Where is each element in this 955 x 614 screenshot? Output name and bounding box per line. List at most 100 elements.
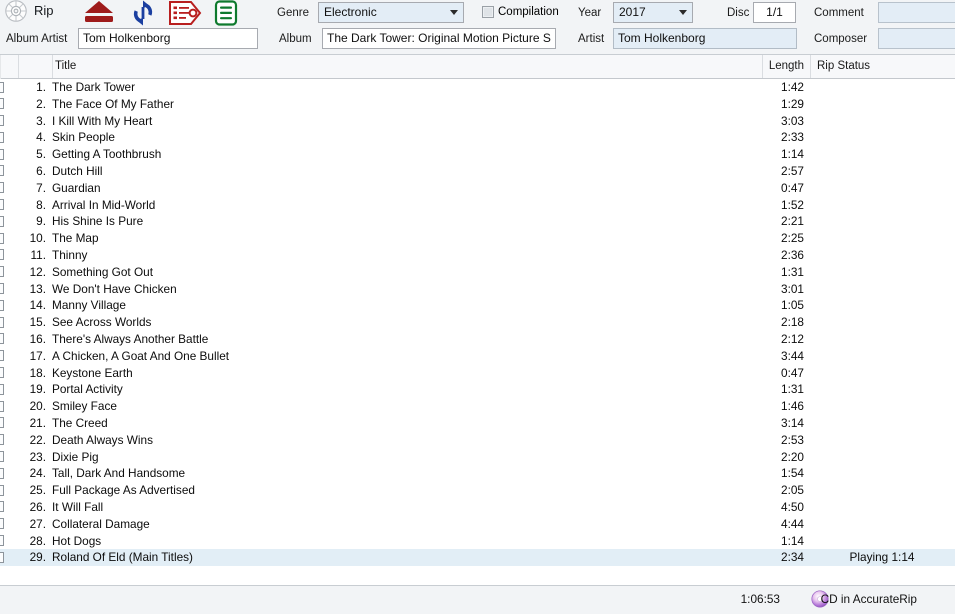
table-row[interactable]: 13. We Don't Have Chicken 3:01 bbox=[0, 281, 955, 298]
track-checkbox[interactable] bbox=[0, 230, 7, 247]
table-row[interactable]: 22. Death Always Wins 2:53 bbox=[0, 432, 955, 449]
checkbox-box bbox=[0, 417, 4, 429]
track-checkbox[interactable] bbox=[0, 197, 7, 214]
table-row[interactable]: 21. The Creed 3:14 bbox=[0, 415, 955, 432]
track-length: 1:42 bbox=[781, 80, 804, 94]
table-row[interactable]: 10. The Map 2:25 bbox=[0, 230, 955, 247]
artist-input[interactable]: Tom Holkenborg bbox=[613, 28, 797, 49]
table-row[interactable]: 15. See Across Worlds 2:18 bbox=[0, 314, 955, 331]
table-row[interactable]: 19. Portal Activity 1:31 bbox=[0, 381, 955, 398]
track-checkbox[interactable] bbox=[0, 264, 7, 281]
track-title: Smiley Face bbox=[52, 399, 117, 414]
column-header-number[interactable] bbox=[18, 55, 52, 78]
track-rip-status bbox=[812, 449, 952, 466]
track-title: There's Always Another Battle bbox=[52, 331, 209, 346]
track-rip-status bbox=[812, 482, 952, 499]
checkbox-box bbox=[0, 501, 4, 513]
track-checkbox[interactable] bbox=[0, 449, 7, 466]
track-checkbox[interactable] bbox=[0, 432, 7, 449]
track-checkbox[interactable] bbox=[0, 348, 7, 365]
track-rip-status bbox=[812, 381, 952, 398]
track-checkbox[interactable] bbox=[0, 533, 7, 550]
track-checkbox[interactable] bbox=[0, 163, 7, 180]
track-number: 27. bbox=[29, 516, 46, 531]
table-row[interactable]: 26. It Will Fall 4:50 bbox=[0, 499, 955, 516]
table-row[interactable]: 24. Tall, Dark And Handsome 1:54 bbox=[0, 465, 955, 482]
checkbox-box bbox=[0, 434, 4, 446]
track-title: Hot Dogs bbox=[52, 533, 102, 548]
checkbox-box bbox=[0, 316, 4, 328]
table-row[interactable]: 29. Roland Of Eld (Main Titles) 2:34 Playin… bbox=[0, 549, 955, 567]
track-number: 3. bbox=[36, 113, 46, 128]
track-checkbox[interactable] bbox=[0, 516, 7, 533]
track-rip-status bbox=[812, 516, 952, 533]
column-header-rip-status[interactable]: Rip Status bbox=[810, 55, 955, 78]
year-dropdown[interactable]: 2017 bbox=[613, 2, 693, 23]
table-row[interactable]: 27. Collateral Damage 4:44 bbox=[0, 516, 955, 533]
table-row[interactable]: 12. Something Got Out 1:31 bbox=[0, 264, 955, 281]
track-checkbox[interactable] bbox=[0, 365, 7, 382]
track-checkbox[interactable] bbox=[0, 381, 7, 398]
column-header-length[interactable]: Length bbox=[762, 55, 806, 78]
table-row[interactable]: 17. A Chicken, A Goat And One Bullet 3:44 bbox=[0, 348, 955, 365]
disc-input[interactable]: 1/1 bbox=[753, 2, 796, 23]
table-row[interactable]: 1. The Dark Tower 1:42 bbox=[0, 79, 955, 96]
track-checkbox[interactable] bbox=[0, 247, 7, 264]
table-row[interactable]: 25. Full Package As Advertised 2:05 bbox=[0, 482, 955, 499]
track-checkbox[interactable] bbox=[0, 146, 7, 163]
track-checkbox[interactable] bbox=[0, 79, 7, 96]
track-checkbox[interactable] bbox=[0, 465, 7, 482]
track-checkbox[interactable] bbox=[0, 549, 7, 566]
track-checkbox[interactable] bbox=[0, 113, 7, 130]
track-title: The Dark Tower bbox=[52, 80, 136, 94]
genre-dropdown[interactable]: Electronic bbox=[318, 2, 464, 23]
track-checkbox[interactable] bbox=[0, 297, 7, 314]
table-row[interactable]: 5. Getting A Toothbrush 1:14 bbox=[0, 146, 955, 163]
table-row[interactable]: 14. Manny Village 1:05 bbox=[0, 297, 955, 314]
composer-input[interactable] bbox=[878, 28, 955, 49]
table-row[interactable]: 11. Thinny 2:36 bbox=[0, 247, 955, 264]
table-row[interactable]: 4. Skin People 2:33 bbox=[0, 129, 955, 146]
comment-input[interactable] bbox=[878, 2, 955, 23]
track-checkbox[interactable] bbox=[0, 415, 7, 432]
track-checkbox[interactable] bbox=[0, 482, 7, 499]
table-row[interactable]: 7. Guardian 0:47 bbox=[0, 180, 955, 197]
track-title: It Will Fall bbox=[52, 499, 104, 514]
table-row[interactable]: 23. Dixie Pig 2:20 bbox=[0, 449, 955, 466]
track-title: The Face Of My Father bbox=[52, 96, 174, 111]
track-checkbox[interactable] bbox=[0, 180, 7, 197]
track-checkbox[interactable] bbox=[0, 129, 7, 146]
table-row[interactable]: 20. Smiley Face 1:46 bbox=[0, 398, 955, 415]
table-row[interactable]: 16. There's Always Another Battle 2:12 bbox=[0, 331, 955, 348]
album-input[interactable]: The Dark Tower: Original Motion Picture … bbox=[322, 28, 556, 49]
table-row[interactable]: 3. I Kill With My Heart 3:03 bbox=[0, 113, 955, 130]
track-list[interactable]: 1. The Dark Tower 1:42 2. The Face Of My Fat… bbox=[0, 79, 955, 585]
track-checkbox[interactable] bbox=[0, 499, 7, 516]
track-checkbox[interactable] bbox=[0, 281, 7, 298]
table-row[interactable]: 2. The Face Of My Father 1:29 bbox=[0, 96, 955, 113]
metadata-row-1: Genre Electronic Compilation Year 2017 D… bbox=[0, 2, 955, 26]
table-row[interactable]: 6. Dutch Hill 2:57 bbox=[0, 163, 955, 180]
track-checkbox[interactable] bbox=[0, 96, 7, 113]
track-table-header: Title Length Rip Status bbox=[0, 55, 955, 79]
table-row[interactable]: 18. Keystone Earth 0:47 bbox=[0, 365, 955, 382]
track-number: 13. bbox=[29, 281, 46, 296]
track-checkbox[interactable] bbox=[0, 213, 7, 230]
track-rip-status bbox=[812, 365, 952, 382]
table-row[interactable]: 8. Arrival In Mid-World 1:52 bbox=[0, 197, 955, 214]
track-rip-status bbox=[812, 415, 952, 432]
track-length: 3:01 bbox=[781, 281, 804, 296]
year-label: Year bbox=[578, 7, 602, 19]
track-checkbox[interactable] bbox=[0, 398, 7, 415]
track-checkbox[interactable] bbox=[0, 331, 7, 348]
column-header-title[interactable]: Title bbox=[52, 55, 762, 78]
checkbox-box bbox=[482, 6, 494, 18]
track-length: 2:57 bbox=[781, 163, 804, 178]
album-artist-input[interactable]: Tom Holkenborg bbox=[78, 28, 258, 49]
track-number: 24. bbox=[29, 466, 46, 481]
table-row[interactable]: 9. His Shine Is Pure 2:21 bbox=[0, 213, 955, 230]
track-checkbox[interactable] bbox=[0, 314, 7, 331]
table-row[interactable]: 28. Hot Dogs 1:14 bbox=[0, 533, 955, 550]
track-number: 28. bbox=[29, 533, 46, 548]
column-header-checkbox[interactable] bbox=[0, 55, 18, 78]
